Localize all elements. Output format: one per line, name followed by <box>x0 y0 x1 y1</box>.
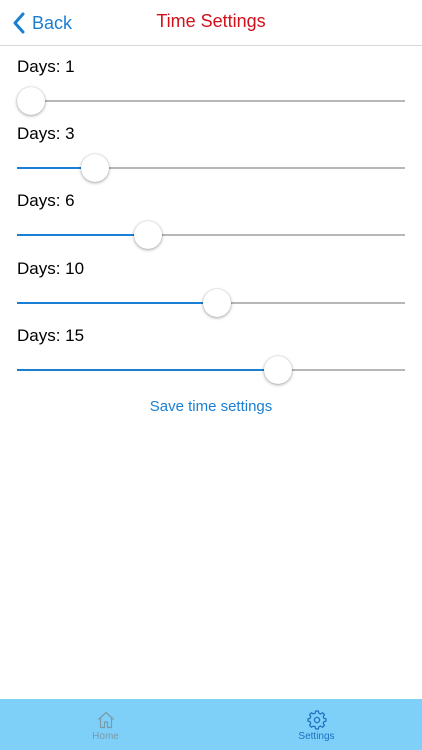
slider-thumb[interactable] <box>17 87 45 115</box>
tab-settings-label: Settings <box>298 731 335 742</box>
days-slider[interactable] <box>17 220 405 250</box>
slider-thumb[interactable] <box>81 154 109 182</box>
tab-home-label: Home <box>92 731 119 742</box>
days-slider[interactable] <box>17 86 405 116</box>
gear-icon <box>306 710 327 730</box>
tab-bar: Home Settings <box>0 699 422 750</box>
days-setting-row: Days: 10 <box>0 258 422 326</box>
slider-thumb[interactable] <box>203 289 231 317</box>
slider-thumb[interactable] <box>264 356 292 384</box>
home-icon <box>97 711 114 729</box>
tab-settings[interactable]: Settings <box>211 699 422 750</box>
slider-fill <box>17 369 278 371</box>
tab-home[interactable]: Home <box>0 699 211 750</box>
days-setting-row: Days: 6 <box>0 190 422 258</box>
days-label: Days: 3 <box>17 124 75 143</box>
slider-fill <box>17 302 217 304</box>
days-setting-row: Days: 15 <box>0 325 422 393</box>
days-slider[interactable] <box>17 288 405 318</box>
days-label: Days: 6 <box>17 191 75 210</box>
days-label: Days: 1 <box>17 57 75 76</box>
save-time-settings-button[interactable]: Save time settings <box>0 398 422 415</box>
days-setting-row: Days: 1 <box>0 56 422 124</box>
days-slider[interactable] <box>17 355 405 385</box>
slider-fill <box>17 234 148 236</box>
days-label: Days: 10 <box>17 259 85 278</box>
navigation-bar: Back Time Settings <box>0 0 422 46</box>
slider-thumb[interactable] <box>134 221 162 249</box>
days-slider[interactable] <box>17 153 405 183</box>
page-title: Time Settings <box>156 11 266 31</box>
days-label: Days: 15 <box>17 326 85 345</box>
slider-track <box>17 100 405 102</box>
days-setting-row: Days: 3 <box>0 123 422 191</box>
